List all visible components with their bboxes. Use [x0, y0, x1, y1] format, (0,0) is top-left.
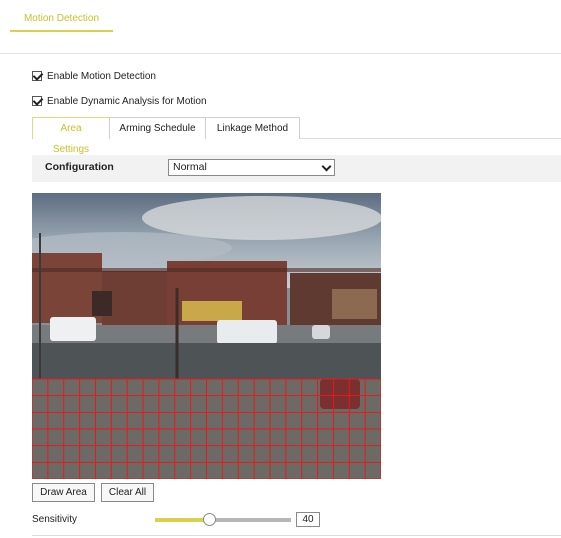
tab-linkage-method[interactable]: Linkage Method [205, 117, 300, 139]
sensitivity-slider-fill [155, 518, 210, 522]
chevron-down-icon [321, 161, 332, 172]
tab-motion-detection[interactable]: Motion Detection [10, 10, 113, 32]
settings-subtabs: Area Settings Arming Schedule Linkage Me… [32, 117, 561, 155]
motion-area-grid [32, 378, 381, 479]
enable-dynamic-analysis-row[interactable]: Enable Dynamic Analysis for Motion [32, 94, 207, 108]
sensitivity-slider-handle[interactable] [203, 513, 217, 526]
draw-area-button[interactable]: Draw Area [32, 483, 95, 502]
tab-arming-schedule[interactable]: Arming Schedule [109, 117, 206, 139]
configuration-select[interactable]: Normal [168, 159, 335, 176]
header-divider [0, 53, 561, 54]
sensitivity-label: Sensitivity [32, 514, 78, 525]
clear-all-button[interactable]: Clear All [101, 483, 154, 502]
sensitivity-slider[interactable] [155, 513, 291, 526]
enable-motion-detection-row[interactable]: Enable Motion Detection [32, 69, 156, 83]
configuration-label: Configuration [45, 161, 114, 173]
enable-motion-detection-label: Enable Motion Detection [47, 70, 156, 82]
enable-dynamic-analysis-checkbox[interactable] [32, 96, 42, 106]
configuration-value: Normal [173, 161, 207, 173]
enable-motion-detection-checkbox[interactable] [32, 71, 42, 81]
bottom-divider [32, 535, 561, 536]
video-preview[interactable] [32, 193, 381, 479]
enable-dynamic-analysis-label: Enable Dynamic Analysis for Motion [47, 95, 207, 107]
configuration-bar: Configuration Normal [32, 155, 561, 182]
sensitivity-value[interactable]: 40 [296, 512, 320, 527]
tab-area-settings[interactable]: Area Settings [32, 117, 110, 155]
